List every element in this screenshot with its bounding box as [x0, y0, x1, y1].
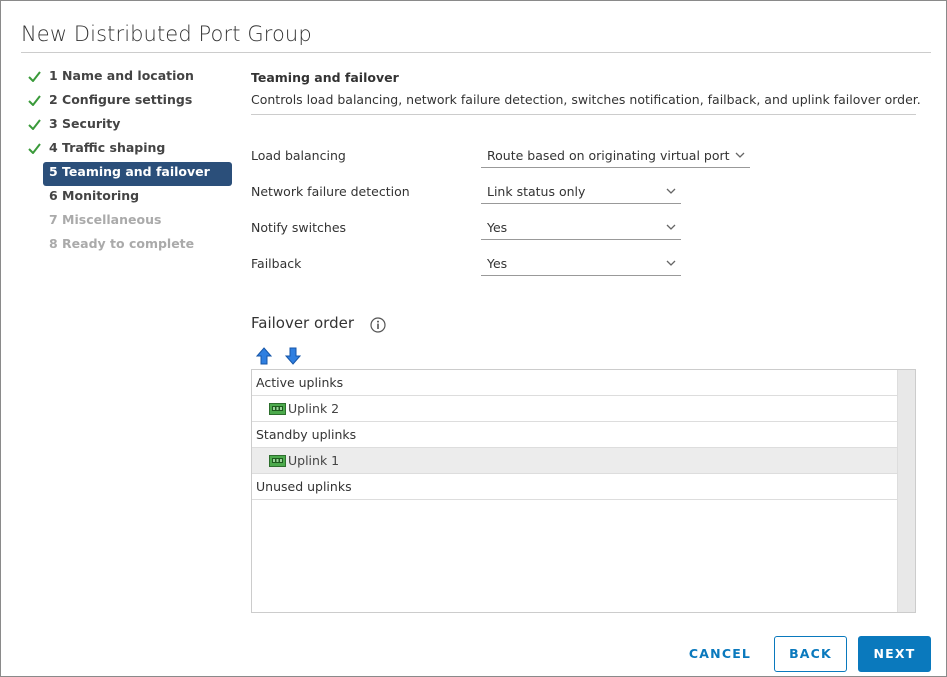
info-icon[interactable] — [370, 317, 386, 333]
check-icon — [28, 119, 41, 130]
cancel-button[interactable]: CANCEL — [678, 636, 762, 672]
failback-label: Failback — [251, 256, 302, 271]
step-traffic-shaping[interactable]: 4 Traffic shaping — [25, 138, 235, 162]
uplink-label: Uplink 2 — [288, 401, 340, 416]
chevron-down-icon — [666, 224, 676, 230]
step-configure-settings[interactable]: 2 Configure settings — [25, 90, 235, 114]
load-balancing-label: Load balancing — [251, 148, 346, 163]
check-icon — [28, 143, 41, 154]
move-up-icon[interactable] — [256, 347, 272, 365]
uplink-row-uplink-2[interactable]: Uplink 2 — [252, 396, 898, 422]
notify-switches-value: Yes — [487, 220, 508, 235]
network-failure-detection-select[interactable]: Link status only — [481, 182, 681, 204]
chevron-down-icon — [666, 260, 676, 266]
failover-order-list: Active uplinks Uplink 2 Standby uplinks … — [251, 369, 916, 613]
step-teaming-and-failover[interactable]: 5 Teaming and failover — [43, 162, 232, 186]
failback-value: Yes — [487, 256, 508, 271]
failover-order-title: Failover order — [251, 314, 354, 332]
notify-switches-label: Notify switches — [251, 220, 347, 235]
step-label: 4 Traffic shaping — [49, 140, 166, 155]
step-label: 2 Configure settings — [49, 92, 193, 107]
network-failure-detection-label: Network failure detection — [251, 184, 410, 199]
check-icon — [28, 95, 41, 106]
chevron-down-icon — [735, 152, 745, 158]
wizard-steps: 1 Name and location 2 Configure settings… — [25, 66, 235, 258]
network-adapter-icon — [269, 403, 286, 415]
dialog-title: New Distributed Port Group — [21, 22, 312, 46]
step-label: 1 Name and location — [49, 68, 194, 83]
notify-switches-select[interactable]: Yes — [481, 218, 681, 240]
chevron-down-icon — [666, 188, 676, 194]
section-description: Controls load balancing, network failure… — [251, 92, 921, 107]
group-label: Standby uplinks — [256, 427, 357, 442]
step-label: 7 Miscellaneous — [49, 212, 162, 227]
next-button[interactable]: NEXT — [858, 636, 931, 672]
network-failure-detection-value: Link status only — [487, 184, 586, 199]
uplink-label: Uplink 1 — [288, 453, 340, 468]
step-label: 8 Ready to complete — [49, 236, 195, 251]
step-security[interactable]: 3 Security — [25, 114, 235, 138]
step-label: 5 Teaming and failover — [49, 164, 210, 179]
list-scrollbar[interactable] — [897, 370, 915, 612]
section-title: Teaming and failover — [251, 70, 399, 85]
load-balancing-value: Route based on originating virtual port — [487, 148, 730, 163]
back-button[interactable]: BACK — [774, 636, 847, 672]
step-label: 3 Security — [49, 116, 121, 131]
step-monitoring[interactable]: 6 Monitoring — [25, 186, 235, 210]
title-divider — [21, 52, 931, 53]
section-divider — [251, 114, 916, 115]
active-uplinks-group: Active uplinks — [252, 370, 898, 396]
step-ready-to-complete: 8 Ready to complete — [25, 234, 235, 258]
group-label: Unused uplinks — [256, 479, 352, 494]
check-icon — [28, 71, 41, 82]
load-balancing-select[interactable]: Route based on originating virtual port — [481, 146, 750, 168]
step-label: 6 Monitoring — [49, 188, 140, 203]
step-miscellaneous: 7 Miscellaneous — [25, 210, 235, 234]
move-down-icon[interactable] — [285, 347, 301, 365]
standby-uplinks-group: Standby uplinks — [252, 422, 898, 448]
uplink-row-uplink-1[interactable]: Uplink 1 — [252, 448, 898, 474]
failback-select[interactable]: Yes — [481, 254, 681, 276]
network-adapter-icon — [269, 455, 286, 467]
group-label: Active uplinks — [256, 375, 344, 390]
step-name-and-location[interactable]: 1 Name and location — [25, 66, 235, 90]
unused-uplinks-group: Unused uplinks — [252, 474, 898, 500]
